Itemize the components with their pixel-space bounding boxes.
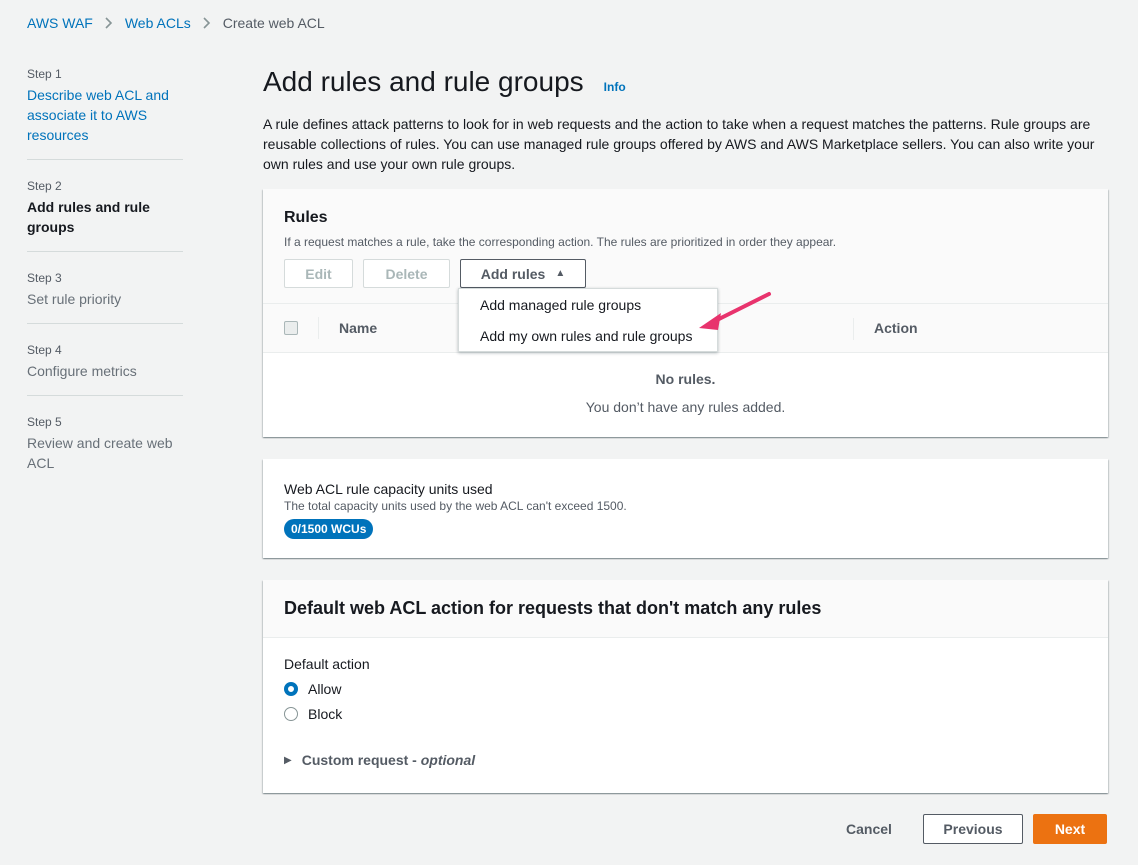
default-action-title: Default web ACL action for requests that… bbox=[284, 598, 822, 618]
step-4: Step 4 Configure metrics bbox=[27, 342, 183, 396]
title-row: Add rules and rule groups Info bbox=[263, 66, 1108, 100]
radio-allow-row[interactable]: Allow bbox=[284, 680, 1087, 697]
step-5-label: Review and create web ACL bbox=[27, 435, 173, 471]
chevron-right-icon bbox=[105, 17, 113, 29]
step-number: Step 5 bbox=[27, 415, 62, 429]
step-number: Step 3 bbox=[27, 271, 62, 285]
column-divider bbox=[853, 318, 854, 340]
step-number: Step 4 bbox=[27, 343, 62, 357]
custom-request-toggle[interactable]: ▶ Custom request - optional bbox=[284, 752, 1087, 768]
page-title: Add rules and rule groups bbox=[263, 66, 584, 97]
optional-text: optional bbox=[420, 752, 476, 768]
column-name[interactable]: Name bbox=[339, 320, 377, 336]
default-action-label: Default action bbox=[284, 656, 370, 672]
default-action-header: Default web ACL action for requests that… bbox=[263, 580, 1108, 638]
capacity-title: Web ACL rule capacity units used bbox=[284, 481, 493, 497]
block-radio-label[interactable]: Block bbox=[308, 706, 342, 722]
next-button[interactable]: Next bbox=[1033, 814, 1107, 844]
edit-button[interactable]: Edit bbox=[284, 259, 353, 288]
rules-actions: Edit Delete Add rules ▲ bbox=[284, 259, 1088, 288]
column-action[interactable]: Action bbox=[874, 320, 918, 336]
annotation-arrow-icon bbox=[699, 292, 771, 330]
breadcrumb-web-acls[interactable]: Web ACLs bbox=[125, 15, 191, 31]
radio-block-row[interactable]: Block bbox=[284, 705, 1087, 722]
wizard-footer: Cancel Previous Next bbox=[0, 814, 1138, 844]
breadcrumb-aws-waf[interactable]: AWS WAF bbox=[27, 15, 93, 31]
default-action-body: Default action Allow Block ▶ Custom requ… bbox=[263, 638, 1108, 786]
wcu-badge: 0/1500 WCUs bbox=[284, 519, 374, 539]
empty-title: No rules. bbox=[655, 371, 716, 387]
custom-request-label[interactable]: Custom request - optional bbox=[302, 752, 475, 768]
allow-radio[interactable] bbox=[284, 681, 298, 696]
menu-item-add-own-rules[interactable]: Add my own rules and rule groups bbox=[459, 320, 717, 351]
info-link[interactable]: Info bbox=[604, 80, 626, 94]
add-rules-label: Add rules bbox=[480, 265, 546, 282]
step-1: Step 1 Describe web ACL and associate it… bbox=[27, 66, 183, 160]
wizard-steps: Step 1 Describe web ACL and associate it… bbox=[27, 66, 183, 505]
capacity-panel: Web ACL rule capacity units used The tot… bbox=[263, 459, 1108, 558]
select-all-checkbox[interactable] bbox=[284, 321, 298, 335]
step-3: Step 3 Set rule priority bbox=[27, 270, 183, 324]
rules-title: Rules bbox=[284, 209, 328, 226]
cancel-button[interactable]: Cancel bbox=[834, 814, 904, 844]
default-action-panel: Default web ACL action for requests that… bbox=[263, 580, 1108, 793]
breadcrumb-current: Create web ACL bbox=[222, 15, 325, 31]
delete-button[interactable]: Delete bbox=[363, 259, 450, 288]
main-content: Add rules and rule groups Info A rule de… bbox=[263, 66, 1108, 174]
breadcrumb: AWS WAF Web ACLs Create web ACL bbox=[27, 14, 325, 32]
caret-up-icon: ▲ bbox=[555, 268, 566, 279]
step-1-link[interactable]: Describe web ACL and associate it to AWS… bbox=[27, 85, 183, 145]
column-divider bbox=[318, 317, 319, 339]
block-radio[interactable] bbox=[284, 706, 298, 721]
allow-radio-label[interactable]: Allow bbox=[308, 681, 341, 697]
add-rules-button[interactable]: Add rules ▲ bbox=[460, 259, 586, 288]
empty-subtitle: You don’t have any rules added. bbox=[585, 399, 786, 415]
previous-button[interactable]: Previous bbox=[923, 814, 1023, 844]
caret-right-icon: ▶ bbox=[284, 754, 292, 766]
step-3-label: Set rule priority bbox=[27, 291, 122, 307]
rules-header: Rules If a request matches a rule, take … bbox=[263, 189, 1108, 288]
empty-state: No rules. You don’t have any rules added… bbox=[263, 353, 1108, 437]
step-4-label: Configure metrics bbox=[27, 363, 137, 379]
step-2-label: Add rules and rule groups bbox=[27, 199, 150, 235]
capacity-subtitle: The total capacity units used by the web… bbox=[284, 499, 627, 513]
chevron-right-icon bbox=[203, 17, 211, 29]
step-number: Step 1 bbox=[27, 67, 62, 81]
step-5: Step 5 Review and create web ACL bbox=[27, 414, 183, 487]
add-rules-dropdown: Add managed rule groups Add my own rules… bbox=[458, 288, 718, 352]
rules-subtitle: If a request matches a rule, take the co… bbox=[284, 235, 837, 249]
menu-item-add-managed-rule-groups[interactable]: Add managed rule groups bbox=[459, 289, 717, 320]
step-number: Step 2 bbox=[27, 179, 62, 193]
page-description: A rule defines attack patterns to look f… bbox=[263, 116, 1095, 172]
step-2: Step 2 Add rules and rule groups bbox=[27, 178, 183, 252]
custom-request-text: Custom request - bbox=[301, 752, 421, 768]
